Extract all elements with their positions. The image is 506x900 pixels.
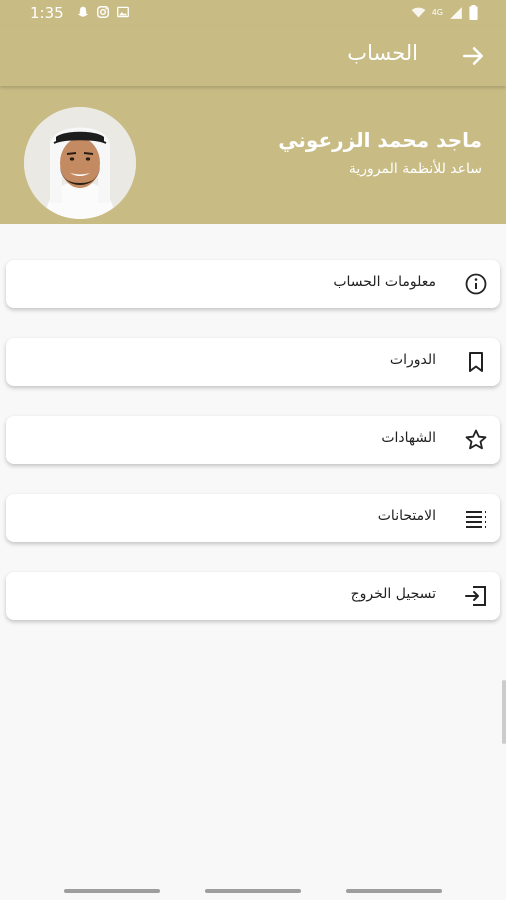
menu-item-label: تسجيل الخروج	[350, 586, 436, 602]
nav-recents-button[interactable]	[64, 889, 160, 893]
logout-icon	[465, 586, 486, 606]
status-left-icons	[76, 5, 130, 19]
scrollbar[interactable]	[502, 680, 506, 744]
image-icon	[117, 6, 129, 18]
list-icon	[466, 511, 486, 528]
arrow-right-icon[interactable]	[460, 43, 486, 69]
menu-item-label: معلومات الحساب	[333, 274, 436, 290]
avatar	[24, 107, 136, 219]
info-icon	[465, 273, 487, 295]
network-label: 4G	[431, 8, 443, 17]
menu-item-exams[interactable]: الامتحانات	[6, 494, 500, 542]
menu-list: معلومات الحساب الدورات الشهادات الامتحان…	[0, 224, 506, 870]
menu-item-label: الشهادات	[381, 430, 436, 446]
avatar-image	[24, 107, 136, 219]
bookmark-icon	[469, 352, 483, 372]
status-bar: 1:35 4G	[0, 0, 506, 26]
snapchat-icon	[77, 6, 89, 17]
battery-icon	[469, 5, 478, 20]
menu-item-label: الدورات	[389, 352, 436, 368]
profile-header: ماجد محمد الزرعوني ساعد للأنظمة المرورية	[0, 86, 506, 224]
star-icon	[465, 429, 487, 450]
status-right-icons: 4G	[411, 5, 478, 20]
menu-item-certificates[interactable]: الشهادات	[6, 416, 500, 464]
profile-role: ساعد للأنظمة المرورية	[348, 161, 482, 177]
wifi-icon	[411, 7, 426, 18]
menu-item-account-info[interactable]: معلومات الحساب	[6, 260, 500, 308]
menu-item-logout[interactable]: تسجيل الخروج	[6, 572, 500, 620]
status-time: 1:35	[30, 4, 64, 22]
nav-home-button[interactable]	[205, 889, 301, 893]
nav-back-button[interactable]	[346, 889, 442, 893]
profile-name: ماجد محمد الزرعوني	[278, 128, 482, 152]
signal-icon	[450, 6, 462, 19]
app-bar: الحساب	[0, 26, 506, 86]
instagram-icon	[97, 6, 109, 18]
menu-item-courses[interactable]: الدورات	[6, 338, 500, 386]
menu-item-label: الامتحانات	[377, 508, 436, 524]
page-title: الحساب	[347, 41, 418, 65]
system-nav-bar	[0, 870, 506, 900]
